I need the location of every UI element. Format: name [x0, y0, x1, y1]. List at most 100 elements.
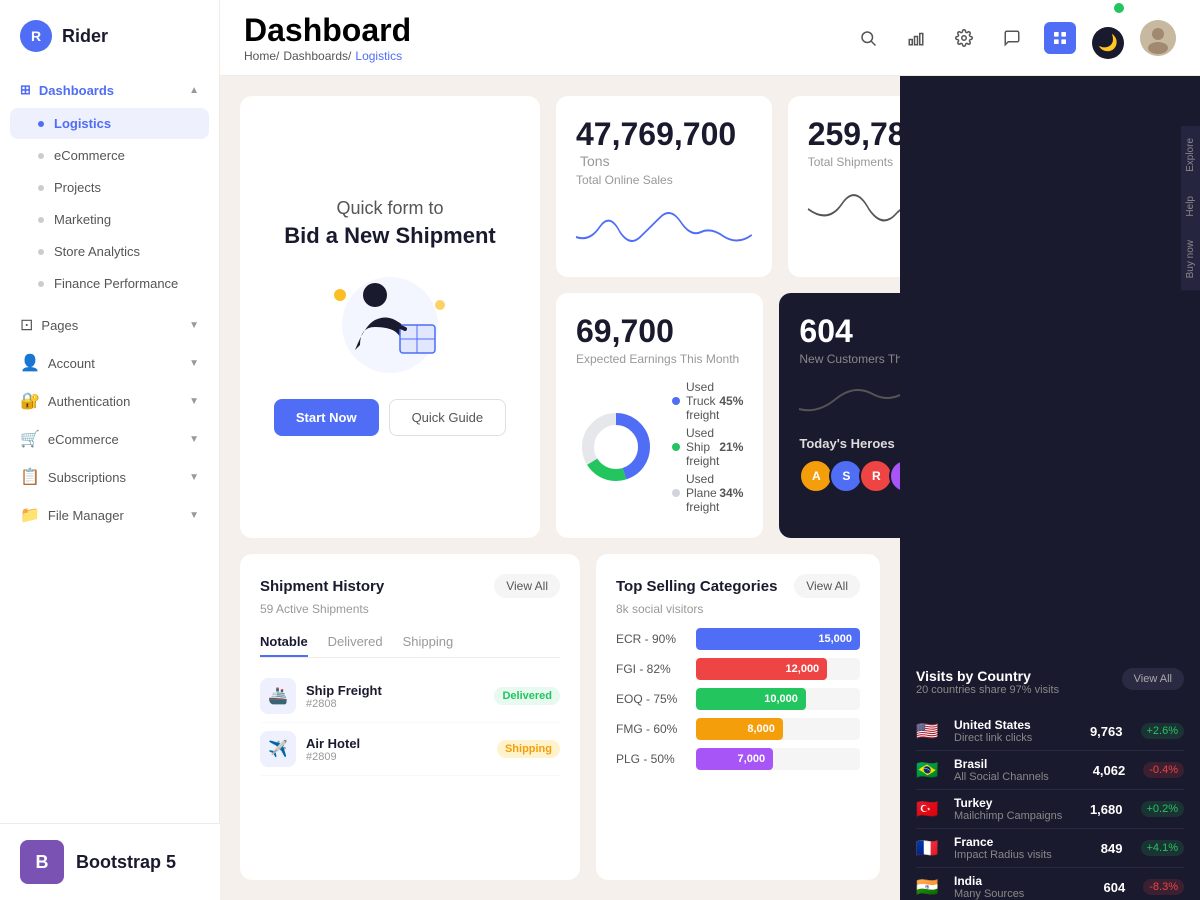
visits-section: Visits by Country 20 countries share 97%… — [900, 656, 1200, 900]
account-label: Account — [48, 356, 95, 371]
header-actions: 🌙 — [852, 17, 1176, 59]
promo-illustration — [310, 265, 470, 375]
bar-fgi: FGI - 82% 12,000 — [616, 658, 860, 680]
bar-fill-eoq: 10,000 — [696, 688, 806, 710]
top-cards-row: Quick form to Bid a New Shipment — [240, 96, 880, 538]
bar-fill-fgi: 12,000 — [696, 658, 827, 680]
selling-view-all[interactable]: View All — [794, 574, 860, 598]
sidebar-ecommerce2-toggle[interactable]: 🛒 eCommerce ▼ — [10, 421, 209, 457]
customers-label: New Customers This Month — [799, 352, 900, 366]
hero-avatar-a: A — [799, 459, 833, 493]
bar-label-fmg: FMG - 60% — [616, 722, 686, 736]
shipment-tabs: Notable Delivered Shipping — [260, 628, 560, 658]
bar-plg: PLG - 50% 7,000 — [616, 748, 860, 770]
explore-label[interactable]: Explore — [1181, 126, 1200, 184]
chevron-down-icon: ▼ — [189, 472, 199, 483]
grid-view-button[interactable] — [1044, 22, 1076, 54]
promo-title: Quick form to — [336, 198, 443, 219]
ecommerce-icon: 🛒 — [20, 429, 40, 449]
chevron-down-icon: ▼ — [189, 320, 199, 331]
ship-id-2: #2809 — [306, 751, 487, 763]
filemanager-label: File Manager — [48, 508, 124, 523]
online-sales-unit: Tons — [580, 153, 610, 169]
pages-label: Pages — [41, 318, 78, 333]
sidebar-item-logistics[interactable]: Logistics — [10, 108, 209, 139]
shipment-item-2: ✈️ Air Hotel #2809 Shipping — [260, 723, 560, 776]
hero-avatar-r: R — [859, 459, 893, 493]
avatar[interactable] — [1140, 20, 1176, 56]
subscriptions-icon: 📋 — [20, 467, 40, 487]
buy-now-label[interactable]: Buy now — [1181, 228, 1200, 290]
ship-status-1: Delivered — [494, 687, 560, 705]
start-now-button[interactable]: Start Now — [274, 399, 379, 436]
hero-avatar-p: P — [889, 459, 900, 493]
help-label[interactable]: Help — [1181, 184, 1200, 229]
visits-view-all[interactable]: View All — [1122, 668, 1184, 690]
dashboards-icon: ⊞ — [20, 82, 31, 98]
online-sales-number: 47,769,700 — [576, 116, 736, 152]
chat-button[interactable] — [996, 22, 1028, 54]
page-title: Dashboard — [244, 12, 411, 49]
sidebar-auth-toggle[interactable]: 🔐 Authentication ▼ — [10, 383, 209, 419]
sidebar-dashboards-toggle[interactable]: ⊞ Dashboards ▲ — [10, 74, 209, 106]
shipment-view-all[interactable]: View All — [494, 574, 560, 598]
main-area: Dashboard Home/ Dashboards/ Logistics — [220, 0, 1200, 900]
heroes-section: Today's Heroes A S R P J +2 — [799, 436, 900, 493]
ship-name-1: Ship Freight — [306, 683, 484, 698]
search-button[interactable] — [852, 22, 884, 54]
selling-sub: 8k social visitors — [616, 602, 860, 616]
country-tr-info: Turkey Mailchimp Campaigns — [954, 796, 1080, 822]
sidebar-pages-toggle[interactable]: ⊡ Pages ▼ — [10, 307, 209, 343]
country-fr: 🇫🇷 France Impact Radius visits 849 +4.1% — [916, 829, 1184, 868]
dot-icon — [38, 281, 44, 287]
bootstrap-icon: B — [20, 840, 64, 884]
country-in: 🇮🇳 India Many Sources 604 -8.3% — [916, 868, 1184, 900]
auth-icon: 🔐 — [20, 391, 40, 411]
logo-icon: R — [20, 20, 52, 52]
dark-mode-toggle[interactable]: 🌙 — [1092, 27, 1124, 59]
tab-shipping[interactable]: Shipping — [403, 628, 454, 657]
top-stat-cards: 47,769,700 Tons Total Online Sales — [556, 96, 900, 277]
sidebar-account-toggle[interactable]: 👤 Account ▼ — [10, 345, 209, 381]
online-sales-header: 47,769,700 Tons — [576, 116, 752, 171]
legend-truck: Used Truck freight 45% — [672, 380, 743, 422]
country-fr-info: France Impact Radius visits — [954, 835, 1091, 861]
country-in-info: India Many Sources — [954, 874, 1094, 900]
shipment-item-1: 🚢 Ship Freight #2808 Delivered — [260, 670, 560, 723]
sidebar-item-projects[interactable]: Projects — [10, 172, 209, 203]
ship-info-2: Air Hotel #2809 — [306, 736, 487, 763]
earnings-number: 69,700 — [576, 313, 674, 349]
sidebar-subscriptions-toggle[interactable]: 📋 Subscriptions ▼ — [10, 459, 209, 495]
settings-button[interactable] — [948, 22, 980, 54]
earnings-label: Expected Earnings This Month — [576, 352, 743, 366]
chevron-down-icon: ▼ — [189, 358, 199, 369]
chart-button[interactable] — [900, 22, 932, 54]
bar-label-eoq: EOQ - 75% — [616, 692, 686, 706]
country-list: 🇺🇸 United States Direct link clicks 9,76… — [916, 712, 1184, 900]
tab-notable[interactable]: Notable — [260, 628, 308, 657]
customers-number: 604 — [799, 313, 852, 349]
sidebar-item-ecommerce[interactable]: eCommerce — [10, 140, 209, 171]
sidebar-filemanager-toggle[interactable]: 📁 File Manager ▼ — [10, 497, 209, 533]
sidebar-item-marketing[interactable]: Marketing — [10, 204, 209, 235]
country-br-info: Brasil All Social Channels — [954, 757, 1083, 783]
side-labels: Explore Help Buy now — [1181, 126, 1200, 291]
app-logo[interactable]: R Rider — [0, 0, 219, 72]
stats-cards: 47,769,700 Tons Total Online Sales — [556, 96, 900, 538]
flag-tr: 🇹🇷 — [916, 799, 944, 820]
heroes-avatars: A S R P J +2 — [799, 459, 900, 493]
bar-fill-fmg: 8,000 — [696, 718, 783, 740]
quick-guide-button[interactable]: Quick Guide — [389, 399, 507, 436]
bar-label-plg: PLG - 50% — [616, 752, 686, 766]
ship-info-1: Ship Freight #2808 — [306, 683, 484, 710]
sidebar-item-finance[interactable]: Finance Performance — [10, 268, 209, 299]
chevron-down-icon: ▼ — [189, 434, 199, 445]
tab-delivered[interactable]: Delivered — [328, 628, 383, 657]
country-us: 🇺🇸 United States Direct link clicks 9,76… — [916, 712, 1184, 751]
sidebar-item-store-analytics[interactable]: Store Analytics — [10, 236, 209, 267]
online-sales-chart — [576, 197, 752, 257]
dot-icon — [38, 185, 44, 191]
dot-icon — [38, 121, 44, 127]
filemanager-icon: 📁 — [20, 505, 40, 525]
selling-title: Top Selling Categories — [616, 578, 777, 595]
